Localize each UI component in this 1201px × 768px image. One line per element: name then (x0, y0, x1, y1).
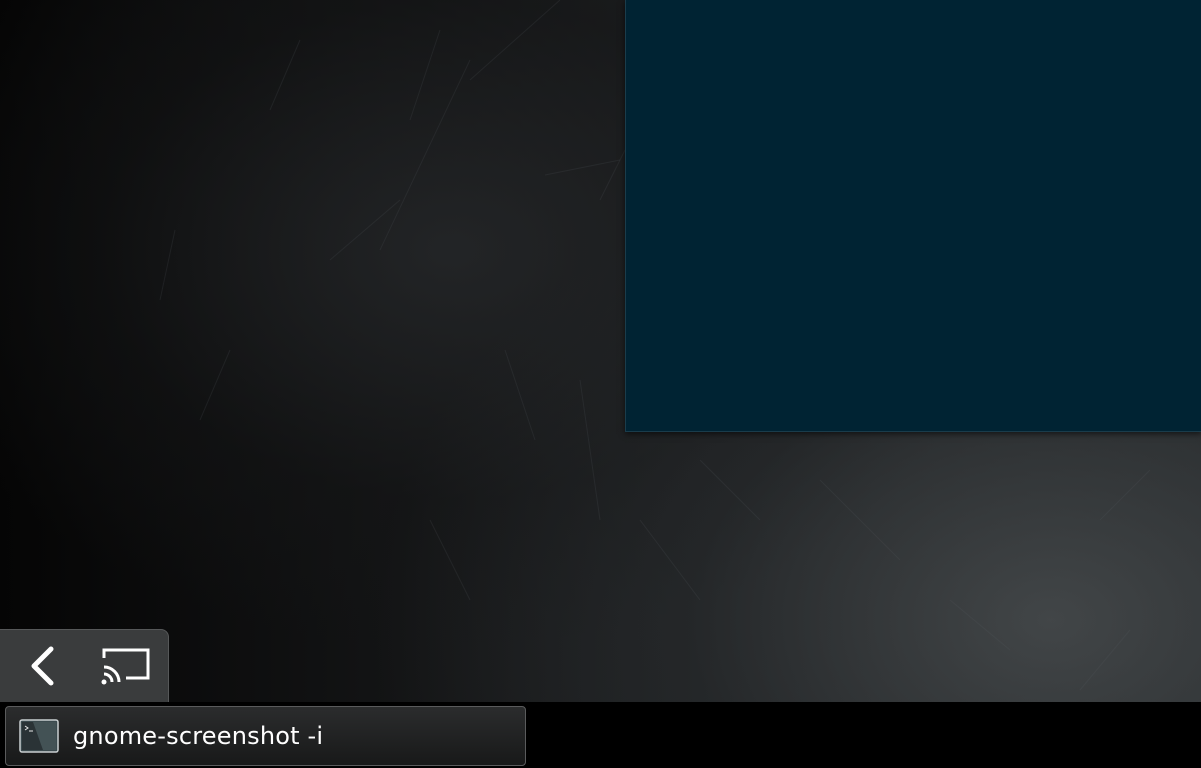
cast-button[interactable] (84, 630, 168, 702)
taskbar-item-label: gnome-screenshot -i (73, 722, 324, 750)
dash-panel (0, 629, 169, 702)
desktop-background (0, 0, 1201, 702)
taskbar-item-terminal[interactable]: gnome-screenshot -i (5, 706, 526, 766)
back-button[interactable] (0, 630, 84, 702)
terminal-icon (19, 718, 59, 754)
cast-icon (101, 648, 150, 685)
chevron-left-icon (31, 646, 54, 686)
taskbar: gnome-screenshot -i (0, 702, 1201, 768)
app-window[interactable] (625, 0, 1201, 432)
